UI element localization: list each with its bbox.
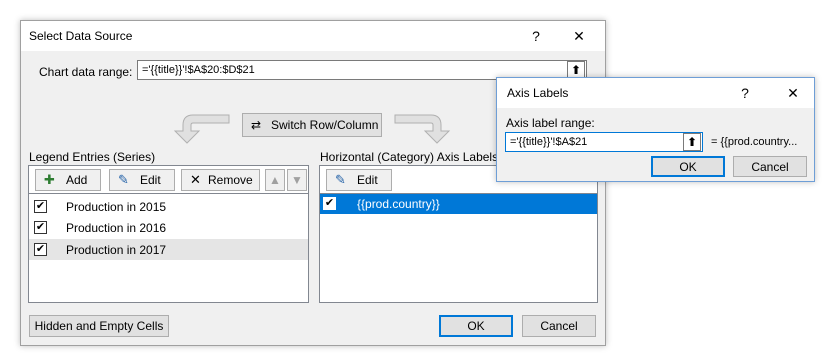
legend-entries-panel: ✚ Add ✎ Edit ✕ Remove ▲ ▼ ✔ Production i… <box>28 165 309 303</box>
category-row-1[interactable]: ✔ {{prod.country}} <box>320 194 597 214</box>
edit-label: Edit <box>140 173 161 187</box>
remove-icon: ✕ <box>190 172 201 187</box>
checkbox-icon[interactable]: ✔ <box>34 200 47 213</box>
main-titlebar: Select Data Source ? ✕ <box>21 21 605 51</box>
switch-row-column-button[interactable]: ⇄ Switch Row/Column <box>242 113 382 137</box>
ok-button[interactable]: OK <box>439 315 513 337</box>
axis-close-button[interactable]: ✕ <box>783 84 803 102</box>
legend-entries-label: Legend Entries (Series) <box>29 150 156 164</box>
cancel-button[interactable]: Cancel <box>522 315 596 337</box>
series-label: Production in 2017 <box>66 243 167 257</box>
series-label: Production in 2016 <box>66 221 167 235</box>
axis-dialog-title: Axis Labels <box>507 86 569 100</box>
checkbox-icon[interactable]: ✔ <box>34 221 47 234</box>
axis-range-preview: = {{prod.country... <box>711 136 798 148</box>
close-button[interactable]: ✕ <box>569 27 589 45</box>
axis-titlebar: Axis Labels ? ✕ <box>497 78 814 108</box>
legend-toolbar-divider <box>29 193 308 194</box>
arrow-right-icon <box>394 114 451 144</box>
axis-label-range-label: Axis label range: <box>506 116 595 130</box>
axis-labels-panel: ✎ Edit ✔ {{prod.country}} <box>319 165 598 303</box>
down-icon: ▼ <box>291 173 303 187</box>
hidden-empty-cells-button[interactable]: Hidden and Empty Cells <box>29 315 169 337</box>
chart-range-label: Chart data range: <box>39 65 133 79</box>
move-down-button[interactable]: ▼ <box>287 169 307 191</box>
edit-icon: ✎ <box>335 172 346 187</box>
remove-series-button[interactable]: ✕ Remove <box>181 169 260 191</box>
axis-range-collapse-button[interactable]: ⬆ <box>683 133 701 151</box>
select-data-source-dialog: Select Data Source ? ✕ Chart data range:… <box>20 20 606 346</box>
checkbox-icon[interactable]: ✔ <box>34 243 47 256</box>
axis-ok-button[interactable]: OK <box>651 156 725 177</box>
switch-icon: ⇄ <box>251 118 262 132</box>
up-icon: ▲ <box>269 173 281 187</box>
collapse-icon: ⬆ <box>686 135 698 149</box>
category-label: {{prod.country}} <box>357 197 440 211</box>
add-label: Add <box>66 173 88 187</box>
add-series-button[interactable]: ✚ Add <box>35 169 101 191</box>
remove-label: Remove <box>208 173 253 187</box>
switch-row-column-label: Switch Row/Column <box>271 118 379 132</box>
axis-label-range-input[interactable]: ='{{title}}'!$A$21 <box>505 132 703 152</box>
collapse-icon: ⬆ <box>570 63 582 77</box>
main-title: Select Data Source <box>29 29 133 43</box>
series-row-1[interactable]: ✔ Production in 2015 <box>29 197 308 217</box>
series-row-2[interactable]: ✔ Production in 2016 <box>29 218 308 238</box>
series-row-3[interactable]: ✔ Production in 2017 <box>29 239 308 260</box>
checkbox-icon[interactable]: ✔ <box>323 197 336 210</box>
edit-axis-labels-button[interactable]: ✎ Edit <box>326 169 392 191</box>
axis-help-button[interactable]: ? <box>735 84 755 102</box>
axis-labels-label: Horizontal (Category) Axis Labels <box>320 150 499 164</box>
help-button[interactable]: ? <box>526 27 546 45</box>
edit-series-button[interactable]: ✎ Edit <box>109 169 175 191</box>
axis-edit-label: Edit <box>357 173 378 187</box>
axis-labels-dialog: Axis Labels ? ✕ Axis label range: ='{{ti… <box>496 77 815 182</box>
move-up-button[interactable]: ▲ <box>265 169 285 191</box>
arrow-left-icon <box>173 114 230 144</box>
edit-icon: ✎ <box>118 172 129 187</box>
series-label: Production in 2015 <box>66 200 167 214</box>
add-icon: ✚ <box>44 172 55 187</box>
axis-cancel-button[interactable]: Cancel <box>733 156 807 177</box>
